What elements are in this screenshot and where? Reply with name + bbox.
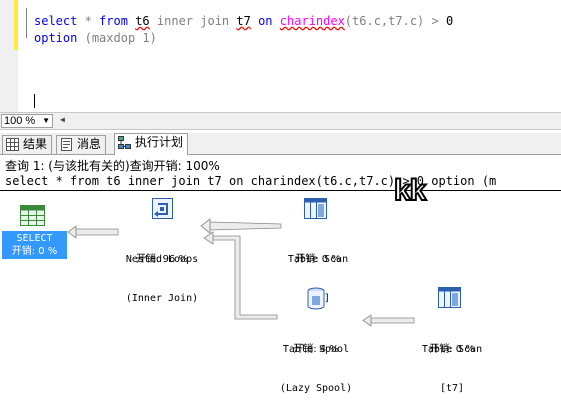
table-scan-t6-icon[interactable] [304,198,328,220]
table-scan-t7-cost: 开销: 0 % [429,344,475,355]
select-node-icon[interactable] [20,205,46,227]
table-spool-cost: 开销: 4 % [293,344,339,355]
table-spool-icon[interactable] [306,287,326,311]
nested-loops-node[interactable]: Nested Loops (Inner Join) [100,227,224,318]
table-scan-t7-icon[interactable] [438,287,462,309]
nested-loops-icon[interactable] [152,198,174,220]
table-scan-t6-cost: 开销: 0 % [295,254,341,265]
table-scan-t7-node[interactable]: Table Scan [t7] [400,317,504,408]
nested-loops-subtitle: (Inner Join) [125,293,199,304]
table-spool-subtitle: (Lazy Spool) [279,383,353,394]
table-spool-node[interactable]: Table Spool (Lazy Spool) [264,317,368,408]
select-node-name: SELECT [16,233,53,244]
nested-loops-cost: 开销: 96 % [136,254,188,265]
kk-watermark: kk [393,173,427,208]
select-node-cost: 开销: 0 % [11,246,58,257]
table-scan-t7-subtitle: [t7] [439,383,465,394]
select-node[interactable]: SELECT 开销: 0 % [2,231,67,259]
